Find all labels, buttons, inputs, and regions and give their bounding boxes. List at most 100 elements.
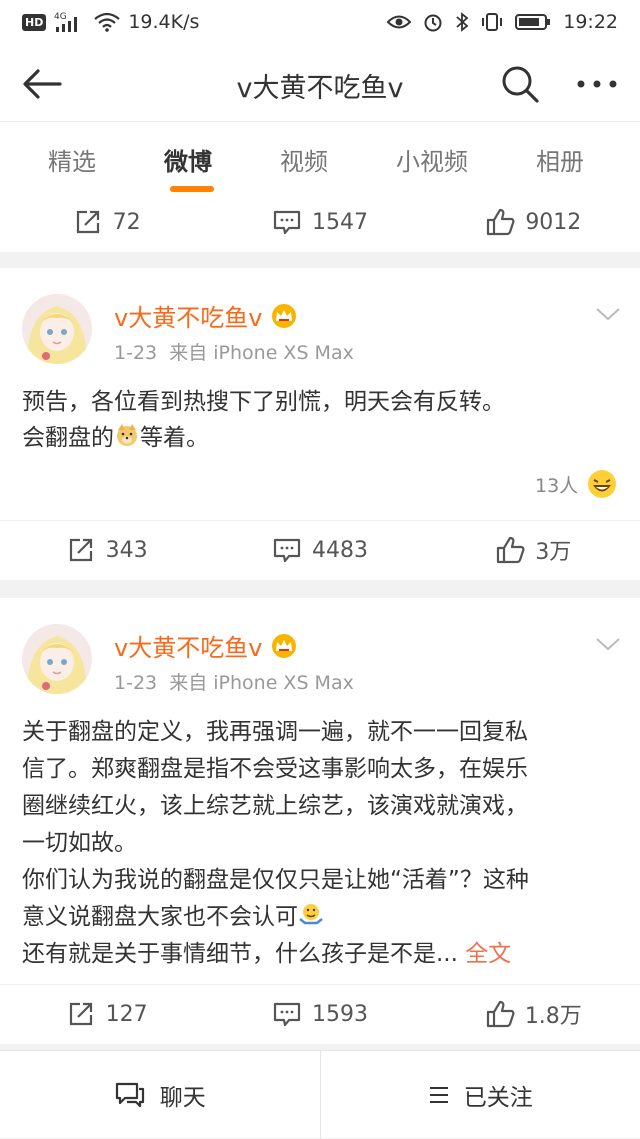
post-actions: 72 1547 9012 (0, 192, 640, 252)
bottom-bar: 聊天 已关注 (0, 1050, 640, 1138)
author-name-text: v大黄不吃鱼v (114, 628, 262, 663)
clock: 19:22 (563, 11, 618, 33)
likers-summary[interactable]: 13人 (535, 468, 618, 500)
comment-button[interactable]: 1593 (213, 984, 426, 1044)
vip-crown-icon (270, 633, 298, 659)
avatar-image (22, 624, 92, 694)
post-line: 关于翻盘的定义，我再强调一遍，就不一一回复私 (22, 714, 622, 751)
comment-button[interactable]: 1547 (213, 192, 426, 252)
post-line: 预告，各位看到热搜下了别慌，明天会有反转。 (22, 384, 622, 420)
like-button[interactable]: 1.8万 (427, 984, 640, 1044)
chat-bubble-icon (114, 1080, 146, 1110)
post-line-part: 等着。 (140, 425, 209, 451)
post-line: 一切如故。 (22, 825, 622, 862)
nav-bar: v大黄不吃鱼v (0, 44, 640, 122)
post-date: 1-23 (114, 342, 157, 364)
avatar[interactable] (22, 294, 92, 364)
status-bar: HD 4G 19.4K/s 19:22 (0, 0, 640, 44)
signal-icon: 4G (54, 11, 86, 33)
shrug-emoji-icon (298, 901, 324, 927)
post-text: 关于翻盘的定义，我再强调一遍，就不一一回复私 信了。郑爽翻盘是指不会受这事影响太… (22, 714, 622, 973)
author-name-text: v大黄不吃鱼v (114, 298, 262, 333)
bluetooth-icon (455, 12, 469, 32)
post-card: v大黄不吃鱼v 1-23 来自 iPhone XS Max 预告，各位看到热搜下… (0, 268, 640, 580)
author-name[interactable]: v大黄不吃鱼v (114, 298, 298, 333)
network-speed: 19.4K/s (128, 11, 199, 33)
post-line: 会翻盘的等着。 (22, 420, 622, 456)
battery-icon (515, 13, 551, 31)
vibrate-icon (481, 12, 503, 32)
repost-count: 127 (106, 1002, 148, 1027)
repost-icon (73, 207, 103, 237)
laughing-emoji-icon (586, 468, 618, 500)
more-icon[interactable] (572, 62, 622, 106)
like-button[interactable]: 9012 (427, 192, 640, 252)
tab-video[interactable]: 视频 (280, 142, 328, 177)
post-card: v大黄不吃鱼v 1-23 来自 iPhone XS Max 关于翻盘的定义，我再… (0, 598, 640, 1044)
comment-icon (272, 207, 302, 237)
doge-emoji-icon (114, 422, 140, 448)
tab-album[interactable]: 相册 (536, 142, 584, 177)
search-icon[interactable] (498, 62, 542, 106)
thumbs-up-icon (485, 207, 515, 237)
tab-short-video[interactable]: 小视频 (396, 142, 468, 177)
post-text: 预告，各位看到热搜下了别慌，明天会有反转。 会翻盘的等着。 (22, 384, 622, 456)
post-meta: 1-23 来自 iPhone XS Max (114, 668, 354, 695)
hd-badge: HD (22, 14, 46, 31)
post-line: 你们认为我说的翻盘是仅仅只是让她“活着”？这种 (22, 862, 622, 899)
repost-icon (66, 535, 96, 565)
vip-crown-icon (270, 303, 298, 329)
like-count: 9012 (525, 210, 581, 235)
comment-button[interactable]: 4483 (213, 520, 426, 580)
avatar[interactable] (22, 624, 92, 694)
comment-count: 1593 (312, 1002, 368, 1027)
thumbs-up-icon (485, 999, 515, 1029)
post-line-part: 会翻盘的 (22, 425, 114, 451)
author-name[interactable]: v大黄不吃鱼v (114, 628, 298, 663)
post-line-part: 意义说翻盘大家也不会认可 (22, 904, 298, 930)
tab-featured[interactable]: 精选 (48, 142, 96, 177)
alarm-icon (423, 12, 443, 32)
repost-count: 343 (106, 538, 148, 563)
like-button[interactable]: 3万 (427, 520, 640, 580)
post-line-part: 还有就是关于事情细节，什么孩子是不是... (22, 941, 458, 967)
post-line: 还有就是关于事情细节，什么孩子是不是... 全文 (22, 936, 622, 973)
post-source: 来自 iPhone XS Max (169, 342, 354, 364)
post-line: 意义说翻盘大家也不会认可 (22, 899, 622, 936)
repost-icon (66, 999, 96, 1029)
previous-post-card: 72 1547 9012 (0, 202, 640, 252)
chat-button[interactable]: 聊天 (0, 1051, 320, 1138)
repost-button[interactable]: 72 (0, 192, 213, 252)
full-text-link[interactable]: 全文 (465, 941, 511, 967)
post-actions: 127 1593 1.8万 (0, 984, 640, 1044)
post-meta: 1-23 来自 iPhone XS Max (114, 338, 354, 365)
chat-label: 聊天 (160, 1078, 206, 1112)
chevron-down-icon[interactable] (594, 304, 622, 324)
thumbs-up-icon (495, 535, 525, 565)
followed-label: 已关注 (464, 1078, 533, 1112)
comment-icon (272, 999, 302, 1029)
comment-icon (272, 535, 302, 565)
post-line: 信了。郑爽翻盘是指不会受这事影响太多，在娱乐 (22, 751, 622, 788)
comment-count: 4483 (312, 538, 368, 563)
menu-lines-icon (428, 1085, 450, 1105)
post-source: 来自 iPhone XS Max (169, 672, 354, 694)
chevron-down-icon[interactable] (594, 634, 622, 654)
followed-button[interactable]: 已关注 (321, 1051, 640, 1138)
profile-tabs: 精选 微博 视频 小视频 相册 (0, 122, 640, 202)
like-count: 3万 (535, 534, 571, 566)
likers-count: 13人 (535, 471, 578, 498)
repost-count: 72 (113, 210, 141, 235)
tab-weibo[interactable]: 微博 (164, 142, 212, 177)
post-line: 圈继续红火，该上综艺就上综艺，该演戏就演戏， (22, 788, 622, 825)
svg-text:4G: 4G (54, 12, 67, 22)
post-actions: 343 4483 3万 (0, 520, 640, 580)
wifi-icon (94, 12, 120, 32)
repost-button[interactable]: 127 (0, 984, 213, 1044)
post-date: 1-23 (114, 672, 157, 694)
page-title: v大黄不吃鱼v (0, 66, 640, 105)
avatar-image (22, 294, 92, 364)
like-count: 1.8万 (525, 998, 582, 1030)
eye-icon (387, 13, 411, 31)
repost-button[interactable]: 343 (0, 520, 213, 580)
